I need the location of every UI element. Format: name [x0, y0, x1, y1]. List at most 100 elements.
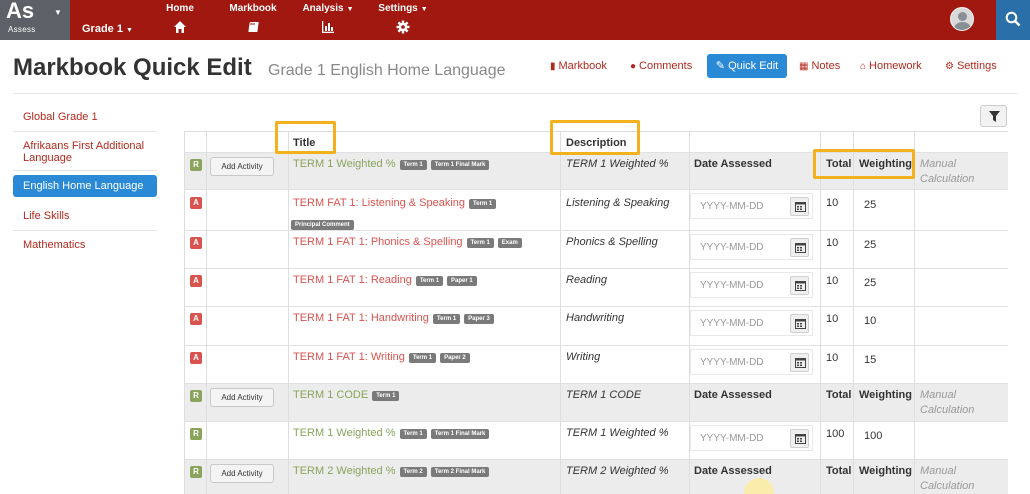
sidebar-item-label: Mathematics	[23, 239, 86, 251]
total-value[interactable]: 10	[826, 352, 838, 364]
calendar-icon	[795, 281, 806, 291]
tag-badge: Principal Comment	[291, 220, 354, 230]
date-assessed-input[interactable]: YYYY-MM-DD	[690, 425, 813, 451]
manual-calculation-label: Manual Calculation	[920, 464, 974, 494]
comments-link[interactable]: ● Comments	[630, 60, 692, 72]
sidebar-item-mathematics[interactable]: Mathematics	[13, 239, 157, 251]
weighting-value[interactable]: 25	[864, 277, 876, 289]
calendar-button[interactable]	[790, 197, 809, 216]
manual-label-line-2: Calculation	[920, 173, 975, 185]
add-activity-button[interactable]: Add Activity	[210, 464, 274, 483]
activity-title-link[interactable]: TERM 1 FAT 1: Writing	[293, 351, 405, 363]
activity-description: TERM 1 Weighted %	[566, 158, 669, 170]
weighting-value[interactable]: 25	[864, 239, 876, 251]
add-activity-button[interactable]: Add Activity	[210, 157, 274, 176]
weighting-value[interactable]: 100	[864, 430, 882, 442]
gear-icon	[396, 20, 410, 34]
sidebar-item-english-home-language[interactable]: English Home Language	[13, 175, 157, 197]
activity-title-cell: TERM 2 Weighted % Term 2 Term 2 Final Mark	[293, 465, 490, 477]
settings-link[interactable]: ⚙ Settings	[945, 60, 997, 72]
manual-label-line-1: Manual	[920, 158, 957, 170]
weighting-value[interactable]: 15	[864, 354, 876, 366]
total-value[interactable]: 10	[826, 237, 838, 249]
activity-title-cell: TERM FAT 1: Listening & Speaking Term 1	[293, 197, 497, 209]
table-row: R TERM 1 Weighted % Term 1 Term 1 Final Ma…	[185, 422, 1008, 460]
total-value[interactable]: 100	[826, 428, 844, 440]
row-type-badge: A	[190, 275, 202, 287]
activity-title-link[interactable]: TERM 2 Weighted %	[293, 465, 396, 477]
calendar-button[interactable]	[790, 429, 809, 448]
nav-analysis[interactable]: Analysis ▼	[300, 3, 356, 34]
total-value[interactable]: 10	[826, 275, 838, 287]
total-value[interactable]: 10	[826, 197, 838, 209]
activity-title-link[interactable]: TERM FAT 1: Listening & Speaking	[293, 197, 465, 209]
weighting-value[interactable]: 10	[864, 315, 876, 327]
row-type-badge: A	[190, 352, 202, 364]
activity-title-link[interactable]: TERM 1 Weighted %	[293, 427, 396, 439]
calendar-button[interactable]	[790, 276, 809, 295]
notes-link[interactable]: ▦ Notes	[799, 60, 840, 72]
activity-title-link[interactable]: TERM 1 FAT 1: Reading	[293, 274, 412, 286]
activity-title-link[interactable]: TERM 1 Weighted %	[293, 158, 396, 170]
top-navbar: As Assess ▼ Grade 1 ▼ Home Markbook Analy…	[0, 0, 1030, 40]
tag-badge: Term 1	[399, 160, 427, 170]
date-placeholder: YYYY-MM-DD	[700, 357, 764, 368]
activity-title-cell: TERM 1 FAT 1: Handwriting Term 1 Paper 3	[293, 312, 494, 324]
file-icon: ▦	[799, 61, 809, 72]
activity-title-cell: TERM 1 FAT 1: Writing Term 1 Paper 2	[293, 351, 470, 363]
book-icon: ▮	[550, 61, 556, 72]
calendar-button[interactable]	[790, 238, 809, 257]
total-value[interactable]: 10	[826, 313, 838, 325]
total-label: Total	[826, 465, 852, 477]
filter-icon	[989, 111, 1000, 122]
app-logo-button[interactable]: As Assess ▼	[0, 0, 70, 40]
table-row: R Add Activity TERM 1 CODE Term 1 TERM 1 …	[185, 384, 1008, 422]
add-activity-button[interactable]: Add Activity	[210, 388, 274, 407]
activity-title-link[interactable]: TERM 1 FAT 1: Handwriting	[293, 312, 429, 324]
quick-edit-label: Quick Edit	[728, 60, 779, 72]
row-type-badge: R	[190, 159, 202, 171]
tag-badge: Term 1	[399, 429, 427, 439]
nav-markbook[interactable]: Markbook	[226, 3, 280, 34]
bar-chart-icon	[322, 21, 334, 33]
calendar-button[interactable]	[790, 314, 809, 333]
nav-settings[interactable]: Settings ▼	[376, 3, 430, 34]
date-assessed-label: Date Assessed	[694, 158, 772, 170]
weighting-value[interactable]: 25	[864, 199, 876, 211]
date-assessed-input[interactable]: YYYY-MM-DD	[690, 234, 813, 260]
search-icon	[1005, 11, 1021, 27]
date-assessed-input[interactable]: YYYY-MM-DD	[690, 193, 813, 219]
calendar-button[interactable]	[790, 353, 809, 372]
search-button[interactable]	[996, 0, 1030, 40]
sidebar-item-global-grade-1[interactable]: Global Grade 1	[13, 111, 157, 123]
filter-button[interactable]	[980, 105, 1007, 127]
markbook-link[interactable]: ▮ Markbook	[550, 60, 607, 72]
date-assessed-input[interactable]: YYYY-MM-DD	[690, 310, 813, 336]
row-type-badge: A	[190, 313, 202, 325]
date-placeholder: YYYY-MM-DD	[700, 201, 764, 212]
homework-link[interactable]: ⌂ Homework	[860, 60, 922, 72]
row-type-badge: R	[190, 428, 202, 440]
quick-edit-button[interactable]: ✎ Quick Edit	[707, 54, 787, 78]
sidebar-item-afrikaans[interactable]: Afrikaans First Additional Language	[13, 140, 153, 164]
activity-title-link[interactable]: TERM 1 FAT 1: Phonics & Spelling	[293, 236, 463, 248]
activity-title-cell: TERM 1 CODE Term 1	[293, 389, 400, 401]
calendar-icon	[795, 243, 806, 253]
settings-link-label: Settings	[956, 60, 997, 72]
grade-dropdown[interactable]: Grade 1 ▼	[82, 23, 133, 35]
nav-settings-label: Settings	[378, 3, 418, 14]
activity-description: Phonics & Spelling	[566, 236, 658, 248]
activity-title-cell: TERM 1 FAT 1: Reading Term 1 Paper 1	[293, 274, 477, 286]
activity-description: Reading	[566, 274, 607, 286]
homework-link-label: Homework	[869, 60, 922, 72]
date-assessed-label: Date Assessed	[694, 389, 772, 401]
tag-line: Principal Comment	[291, 214, 354, 232]
tag-badge: Term 1	[466, 238, 494, 248]
activity-title-link[interactable]: TERM 1 CODE	[293, 389, 368, 401]
tag-badge: Term 1 Final Mark	[430, 429, 490, 439]
user-avatar[interactable]	[950, 7, 974, 31]
date-assessed-input[interactable]: YYYY-MM-DD	[690, 272, 813, 298]
date-assessed-input[interactable]: YYYY-MM-DD	[690, 349, 813, 375]
sidebar-item-life-skills[interactable]: Life Skills	[13, 210, 157, 222]
nav-home[interactable]: Home	[164, 3, 196, 34]
